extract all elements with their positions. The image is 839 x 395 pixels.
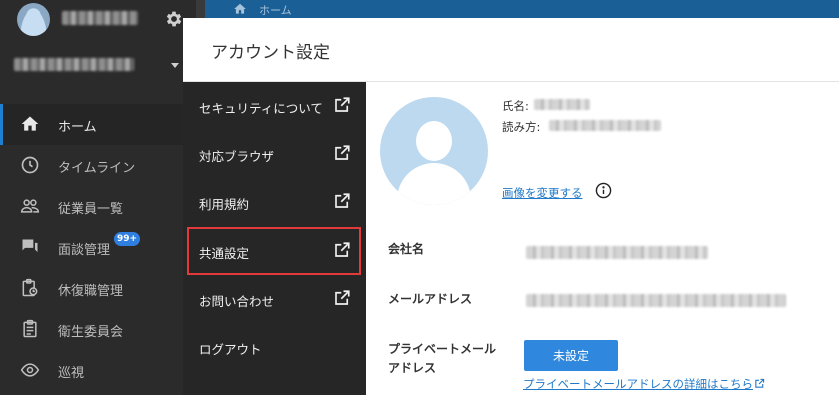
company-label: 会社名	[388, 242, 425, 256]
reading-label: 読み方:	[502, 120, 541, 134]
organization-select[interactable]	[0, 50, 196, 80]
menu-item-label: セキュリティについて	[199, 101, 323, 116]
menu-item-label: 共通設定	[199, 246, 250, 261]
menu-item-supported-browsers[interactable]: 対応ブラウザ	[183, 130, 366, 178]
nav-item-health-committee[interactable]: 衛生委員会	[0, 309, 196, 350]
private-email-unset-button[interactable]: 未設定	[524, 340, 618, 371]
menu-item-contact[interactable]: お問い合わせ	[183, 275, 366, 323]
breadcrumb: ホーム	[259, 4, 292, 17]
nav-item-label: 衛生委員会	[58, 325, 124, 340]
account-settings-modal: アカウント設定 セキュリティについて 対応ブラウザ 利用規約 共通設定 お問い合…	[183, 18, 839, 395]
email-value-redacted	[526, 294, 786, 307]
nav-item-employees[interactable]: 従業員一覧	[0, 186, 196, 227]
name-value-redacted	[534, 99, 590, 110]
app-sidebar: ホーム タイムライン 従業員一覧 面談管理 99+ 休復職管理 衛生委員会 巡視	[0, 0, 205, 395]
menu-item-label: 対応ブラウザ	[199, 149, 275, 164]
external-link-icon	[335, 242, 350, 257]
home-icon	[234, 3, 246, 14]
detail-link-label: プライベートメールアドレスの詳細はこちら	[523, 377, 753, 391]
external-link-icon	[335, 193, 350, 208]
profile-picture	[380, 97, 488, 205]
clipboard-clock-icon	[22, 278, 38, 297]
notification-badge: 99+	[114, 232, 141, 246]
nav-item-timeline[interactable]: タイムライン	[0, 145, 196, 186]
external-link-icon	[335, 290, 350, 305]
menu-item-label: 利用規約	[199, 197, 250, 212]
chat-icon	[22, 239, 38, 252]
gear-icon[interactable]	[164, 9, 184, 29]
user-row[interactable]	[0, 0, 205, 40]
nav-item-label: 面談管理	[58, 243, 111, 258]
change-image-link[interactable]: 画像を変更する	[502, 185, 583, 201]
menu-item-label: ログアウト	[199, 342, 262, 357]
menu-item-terms[interactable]: 利用規約	[183, 178, 366, 226]
clock-icon	[21, 156, 39, 174]
nav-item-label: ホーム	[58, 120, 97, 135]
reading-value-redacted	[549, 120, 661, 131]
nav-item-label: 従業員一覧	[58, 202, 124, 217]
external-link-icon	[335, 97, 350, 112]
company-value-redacted	[526, 246, 708, 259]
avatar[interactable]	[17, 3, 50, 36]
page-header: ホーム	[205, 0, 839, 18]
menu-item-logout[interactable]: ログアウト	[183, 323, 366, 371]
email-label: メールアドレス	[388, 292, 473, 306]
user-name-redacted	[62, 11, 138, 25]
home-icon	[21, 116, 39, 131]
document-icon	[23, 319, 37, 338]
info-icon[interactable]	[595, 182, 612, 199]
external-link-icon	[335, 145, 350, 160]
caret-down-icon	[171, 63, 179, 68]
menu-item-label: お問い合わせ	[199, 294, 275, 309]
nav-item-label: タイムライン	[58, 161, 136, 176]
nav-item-patrol[interactable]: 巡視	[0, 350, 196, 391]
nav-item-leave-management[interactable]: 休復職管理	[0, 268, 196, 309]
menu-item-security[interactable]: セキュリティについて	[183, 82, 366, 130]
eye-icon	[20, 363, 40, 377]
main-nav: ホーム タイムライン 従業員一覧 面談管理 99+ 休復職管理 衛生委員会 巡視	[0, 104, 196, 391]
name-label: 氏名:	[502, 99, 529, 113]
modal-title: アカウント設定	[211, 43, 330, 63]
people-icon	[20, 199, 40, 213]
nav-item-label: 巡視	[58, 366, 85, 381]
menu-item-common-settings[interactable]: 共通設定	[187, 227, 361, 275]
nav-item-label: 休復職管理	[58, 284, 124, 299]
modal-header: アカウント設定	[183, 18, 839, 82]
organization-name-redacted	[14, 58, 134, 71]
settings-menu: セキュリティについて 対応ブラウザ 利用規約 共通設定 お問い合わせ ログアウト	[183, 82, 366, 395]
private-email-label: プライベートメールアドレス	[388, 342, 497, 375]
profile-head-silhouette	[416, 121, 452, 161]
external-link-icon	[755, 378, 765, 388]
private-email-detail-link[interactable]: プライベートメールアドレスの詳細はこちら	[523, 376, 765, 392]
profile-body-silhouette	[397, 163, 471, 205]
nav-item-interviews[interactable]: 面談管理 99+	[0, 227, 196, 268]
settings-content: 氏名: 読み方: 画像を変更する 会社名 メールアドレス プライベートメールアド…	[366, 82, 839, 395]
nav-item-home[interactable]: ホーム	[0, 104, 196, 145]
